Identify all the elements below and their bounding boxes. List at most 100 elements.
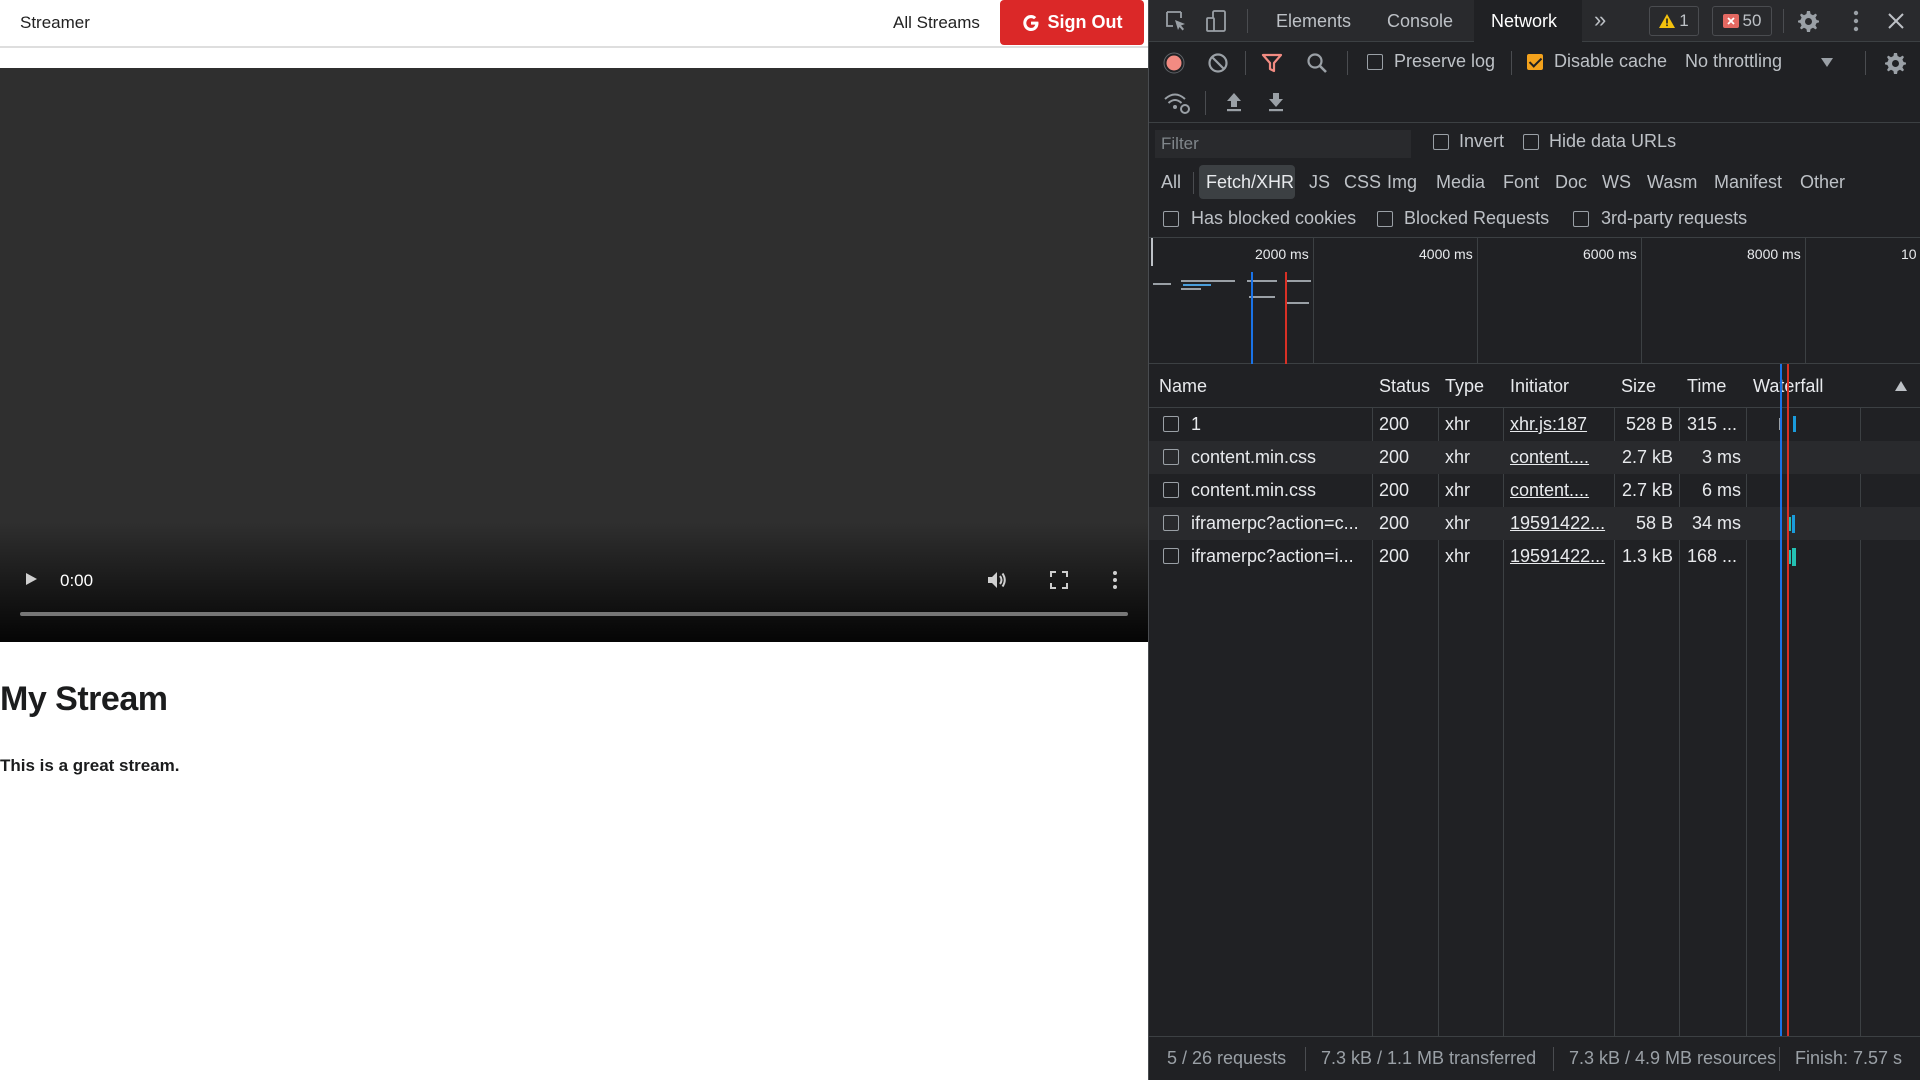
- row-name[interactable]: 1: [1191, 414, 1367, 435]
- overview-dom-loaded-line: [1251, 272, 1253, 364]
- network-conditions-icon[interactable]: [1163, 91, 1191, 115]
- row-initiator[interactable]: content....: [1510, 447, 1610, 468]
- toolbar-divider: [1205, 91, 1206, 115]
- row-type: xhr: [1445, 414, 1471, 434]
- table-row[interactable]: iframerpc?action=i... 200 xhr 19591422..…: [1149, 540, 1920, 573]
- preserve-log-checkbox[interactable]: [1367, 54, 1383, 70]
- hide-data-urls-checkbox[interactable]: [1523, 134, 1539, 150]
- row-initiator[interactable]: 19591422...: [1510, 546, 1610, 567]
- row-initiator[interactable]: 19591422...: [1510, 513, 1610, 534]
- row-initiator[interactable]: xhr.js:187: [1510, 414, 1610, 435]
- overview-bar: [1181, 280, 1235, 282]
- type-js[interactable]: JS: [1309, 172, 1330, 193]
- waterfall-load-line: [1787, 364, 1789, 1036]
- row-name[interactable]: iframerpc?action=i...: [1191, 546, 1367, 567]
- settings-gear-icon[interactable]: [1796, 9, 1820, 33]
- search-icon[interactable]: [1306, 52, 1328, 74]
- export-har-download-icon[interactable]: [1267, 91, 1285, 113]
- invert-checkbox[interactable]: [1433, 134, 1449, 150]
- play-icon[interactable]: [24, 572, 38, 586]
- blocked-requests-checkbox[interactable]: [1377, 211, 1393, 227]
- errors-badge[interactable]: 50: [1712, 6, 1772, 36]
- has-blocked-cookies-checkbox[interactable]: [1163, 211, 1179, 227]
- type-media[interactable]: Media: [1436, 172, 1485, 193]
- import-har-upload-icon[interactable]: [1225, 91, 1243, 113]
- filter-icon[interactable]: [1261, 52, 1283, 74]
- type-wasm[interactable]: Wasm: [1647, 172, 1697, 193]
- warnings-badge[interactable]: 1: [1649, 6, 1699, 36]
- sign-out-button[interactable]: Sign Out: [1000, 0, 1144, 45]
- sort-ascending-icon[interactable]: [1895, 381, 1907, 391]
- type-other[interactable]: Other: [1800, 172, 1845, 193]
- table-row[interactable]: iframerpc?action=c... 200 xhr 19591422..…: [1149, 507, 1920, 540]
- disable-cache-checkbox[interactable]: [1527, 54, 1543, 70]
- type-manifest[interactable]: Manifest: [1714, 172, 1782, 193]
- more-options-icon[interactable]: [1112, 570, 1118, 590]
- filter-input[interactable]: [1155, 130, 1411, 158]
- type-all[interactable]: All: [1161, 172, 1181, 193]
- table-row[interactable]: content.min.css 200 xhr content.... 2.7 …: [1149, 441, 1920, 474]
- customize-menu-icon[interactable]: [1852, 10, 1860, 32]
- close-icon[interactable]: [1887, 12, 1905, 30]
- hide-data-urls-label[interactable]: Hide data URLs: [1549, 131, 1676, 152]
- chevron-down-icon[interactable]: [1821, 58, 1833, 67]
- table-row[interactable]: 1 200 xhr xhr.js:187 528 B 315 ...: [1149, 408, 1920, 441]
- volume-icon[interactable]: [986, 570, 1008, 590]
- row-initiator[interactable]: content....: [1510, 480, 1610, 501]
- row-checkbox[interactable]: [1163, 482, 1179, 498]
- table-row[interactable]: content.min.css 200 xhr content.... 2.7 …: [1149, 474, 1920, 507]
- overview-gridline: [1313, 238, 1314, 364]
- column-type[interactable]: Type: [1445, 376, 1484, 397]
- more-tabs-button[interactable]: »: [1594, 7, 1606, 33]
- overview-handle[interactable]: [1151, 238, 1153, 266]
- row-name[interactable]: iframerpc?action=c...: [1191, 513, 1367, 534]
- column-status[interactable]: Status: [1379, 376, 1435, 397]
- column-initiator[interactable]: Initiator: [1510, 376, 1569, 397]
- row-checkbox[interactable]: [1163, 449, 1179, 465]
- row-checkbox[interactable]: [1163, 548, 1179, 564]
- type-img[interactable]: Img: [1387, 172, 1417, 193]
- row-name[interactable]: content.min.css: [1191, 447, 1367, 468]
- all-streams-link[interactable]: All Streams: [893, 13, 980, 33]
- network-overview-timeline[interactable]: 2000 ms 4000 ms 6000 ms 8000 ms 10: [1149, 238, 1920, 364]
- tab-elements[interactable]: Elements: [1276, 11, 1351, 32]
- has-blocked-cookies-label[interactable]: Has blocked cookies: [1191, 208, 1356, 229]
- type-css[interactable]: CSS: [1344, 172, 1381, 193]
- fullscreen-icon[interactable]: [1050, 571, 1068, 589]
- row-name[interactable]: content.min.css: [1191, 480, 1367, 501]
- blocked-requests-label[interactable]: Blocked Requests: [1404, 208, 1549, 229]
- video-time: 0:00: [60, 571, 94, 590]
- throttling-select[interactable]: No throttling: [1685, 51, 1782, 72]
- third-party-requests-label[interactable]: 3rd-party requests: [1601, 208, 1747, 229]
- inspect-element-icon[interactable]: [1165, 10, 1187, 32]
- record-icon[interactable]: [1163, 52, 1185, 74]
- row-type: xhr: [1445, 513, 1471, 533]
- column-time[interactable]: Time: [1687, 376, 1726, 397]
- third-party-requests-checkbox[interactable]: [1573, 211, 1589, 227]
- device-toolbar-icon[interactable]: [1205, 9, 1229, 33]
- waterfall-bar: [1792, 515, 1795, 533]
- tab-console[interactable]: Console: [1387, 11, 1453, 32]
- row-type: xhr: [1445, 447, 1471, 467]
- row-checkbox[interactable]: [1163, 515, 1179, 531]
- video-progress-bar[interactable]: [20, 612, 1128, 616]
- row-checkbox[interactable]: [1163, 416, 1179, 432]
- devtools-panel: Elements Console Network » 1 50 Preserve…: [1148, 0, 1920, 1080]
- overview-tick-8000: 8000 ms: [1747, 246, 1801, 262]
- waterfall-bar: [1789, 517, 1791, 531]
- clear-icon[interactable]: [1207, 52, 1229, 74]
- tab-network[interactable]: Network: [1491, 11, 1557, 32]
- overview-tick-6000: 6000 ms: [1583, 246, 1637, 262]
- type-font[interactable]: Font: [1503, 172, 1539, 193]
- disable-cache-label[interactable]: Disable cache: [1554, 51, 1667, 72]
- type-fetch-xhr[interactable]: Fetch/XHR: [1206, 172, 1294, 193]
- network-settings-gear-icon[interactable]: [1883, 51, 1907, 75]
- column-name[interactable]: Name: [1159, 376, 1207, 397]
- column-size[interactable]: Size: [1621, 376, 1656, 397]
- type-ws[interactable]: WS: [1602, 172, 1631, 193]
- type-doc[interactable]: Doc: [1555, 172, 1587, 193]
- invert-label[interactable]: Invert: [1459, 131, 1504, 152]
- preserve-log-label[interactable]: Preserve log: [1394, 51, 1495, 72]
- brand-link[interactable]: Streamer: [20, 13, 90, 33]
- video-player[interactable]: 0:00: [0, 68, 1148, 642]
